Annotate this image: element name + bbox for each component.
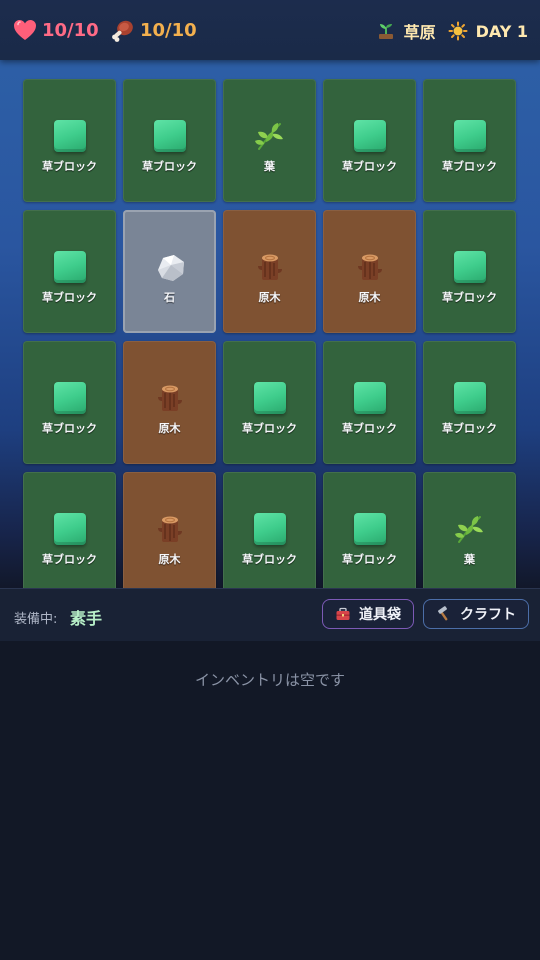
log-tile[interactable]: 原木 [323,210,416,333]
hp-value: 10/10 [42,19,99,41]
grass-icon [53,512,87,546]
tile-label: 草ブロック [442,160,497,173]
grass-icon [353,119,387,153]
tile-label: 原木 [258,291,281,304]
hammer-icon [436,606,452,622]
equip-label: 装備中: [14,612,58,627]
grass-tile[interactable]: 草ブロック [423,341,516,464]
grass-icon [453,119,487,153]
toolbag-label: 道具袋 [359,607,401,623]
grass-tile[interactable]: 草ブロック [423,79,516,202]
day-counter: DAY 1 [475,21,528,41]
toolbag-button[interactable]: 道具袋 [322,599,414,629]
tile-label: 草ブロック [342,422,397,435]
log-tile[interactable]: 原木 [123,341,216,464]
biome-name: 草原 [403,23,436,42]
grass-tile[interactable]: 草ブロック [223,341,316,464]
craft-button[interactable]: クラフト [423,599,529,629]
log-icon [253,250,287,284]
grass-tile[interactable]: 草ブロック [23,472,116,588]
grass-icon [353,381,387,415]
sun-icon [448,21,468,41]
grass-tile[interactable]: 草ブロック [223,472,316,588]
world-info: 草原 DAY 1 [376,19,528,43]
tile-label: 草ブロック [42,291,97,304]
inventory-empty-message: インベントリは空です [194,671,345,689]
tile-label: 葉 [264,160,275,173]
log-tile[interactable]: 原木 [123,472,216,588]
grass-icon [53,119,87,153]
grass-tile[interactable]: 草ブロック [23,341,116,464]
log-icon [353,250,387,284]
grass-tile[interactable]: 草ブロック [323,79,416,202]
food-value: 10/10 [140,19,197,41]
equip-bar: 装備中: 素手 道具袋 クラフト [0,588,540,642]
grass-icon [253,381,287,415]
log-icon [153,381,187,415]
status-bar: 10/10 10/10 草原 DAY 1 [0,0,540,60]
grass-icon [153,119,187,153]
tile-label: 草ブロック [42,553,97,566]
tile-label: 草ブロック [342,553,397,566]
stone-tile[interactable]: 石 [123,210,216,333]
sprout-icon [376,21,396,41]
equipped-item: 素手 [70,609,103,628]
tile-label: 草ブロック [42,422,97,435]
tile-label: 葉 [464,553,475,566]
toolbox-icon [335,606,351,622]
tile-label: 草ブロック [442,422,497,435]
grass-icon [453,381,487,415]
log-tile[interactable]: 原木 [223,210,316,333]
grass-icon [253,512,287,546]
tile-label: 原木 [158,553,181,566]
grass-tile[interactable]: 草ブロック [23,210,116,333]
stone-icon [153,250,187,284]
grass-tile[interactable]: 草ブロック [423,210,516,333]
tile-label: 草ブロック [242,422,297,435]
heart-icon [12,17,38,43]
log-icon [153,512,187,546]
grass-icon [453,250,487,284]
grass-icon [53,250,87,284]
tile-label: 草ブロック [442,291,497,304]
grass-tile[interactable]: 草ブロック [23,79,116,202]
leaf-icon [453,512,487,546]
tile-label: 原木 [158,422,181,435]
leaf-tile[interactable]: 葉 [223,79,316,202]
tile-label: 草ブロック [42,160,97,173]
hp-stat: 10/10 [12,17,99,43]
meat-icon [110,17,136,43]
world-field: 草ブロック 草ブロック葉草ブロック 草ブロック 草ブロック石原木 原木 草ブロック 草ブロッ… [0,60,540,588]
grass-tile[interactable]: 草ブロック [323,472,416,588]
tile-label: 石 [164,291,175,304]
grass-tile[interactable]: 草ブロック [123,79,216,202]
inventory-panel: インベントリは空です [0,641,540,960]
grass-tile[interactable]: 草ブロック [323,341,416,464]
food-stat: 10/10 [110,17,197,43]
tile-label: 草ブロック [242,553,297,566]
craft-label: クラフト [460,607,516,623]
leaf-icon [253,119,287,153]
tile-label: 原木 [358,291,381,304]
tile-label: 草ブロック [142,160,197,173]
grass-icon [53,381,87,415]
leaf-tile[interactable]: 葉 [423,472,516,588]
tile-label: 草ブロック [342,160,397,173]
grass-icon [353,512,387,546]
